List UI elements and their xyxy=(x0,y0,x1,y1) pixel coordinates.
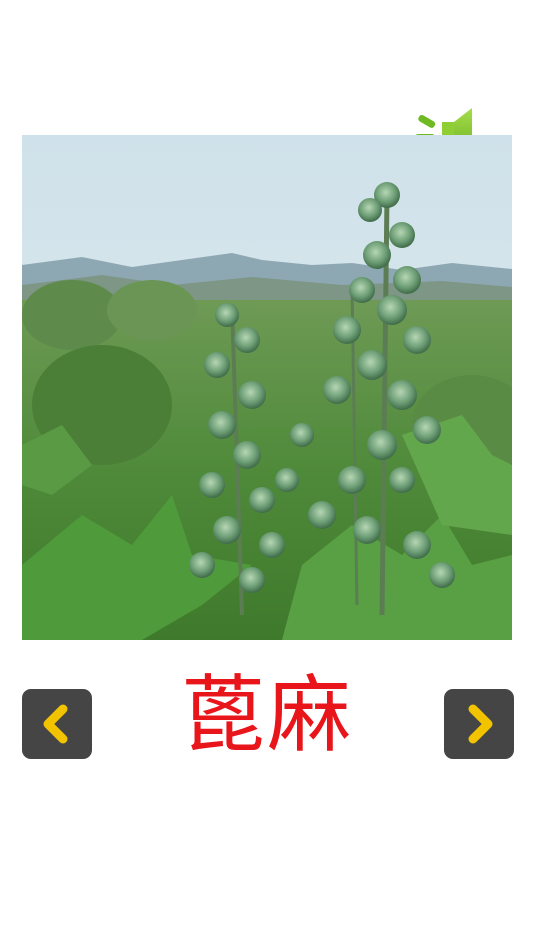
plant-photo xyxy=(22,135,512,640)
chevron-left-icon xyxy=(43,704,68,744)
flashcard-screen: 蓖麻 xyxy=(0,0,534,950)
word-label: 蓖麻 xyxy=(180,666,353,764)
previous-button[interactable] xyxy=(22,689,92,759)
next-button[interactable] xyxy=(444,689,514,759)
chevron-right-icon xyxy=(468,704,493,744)
